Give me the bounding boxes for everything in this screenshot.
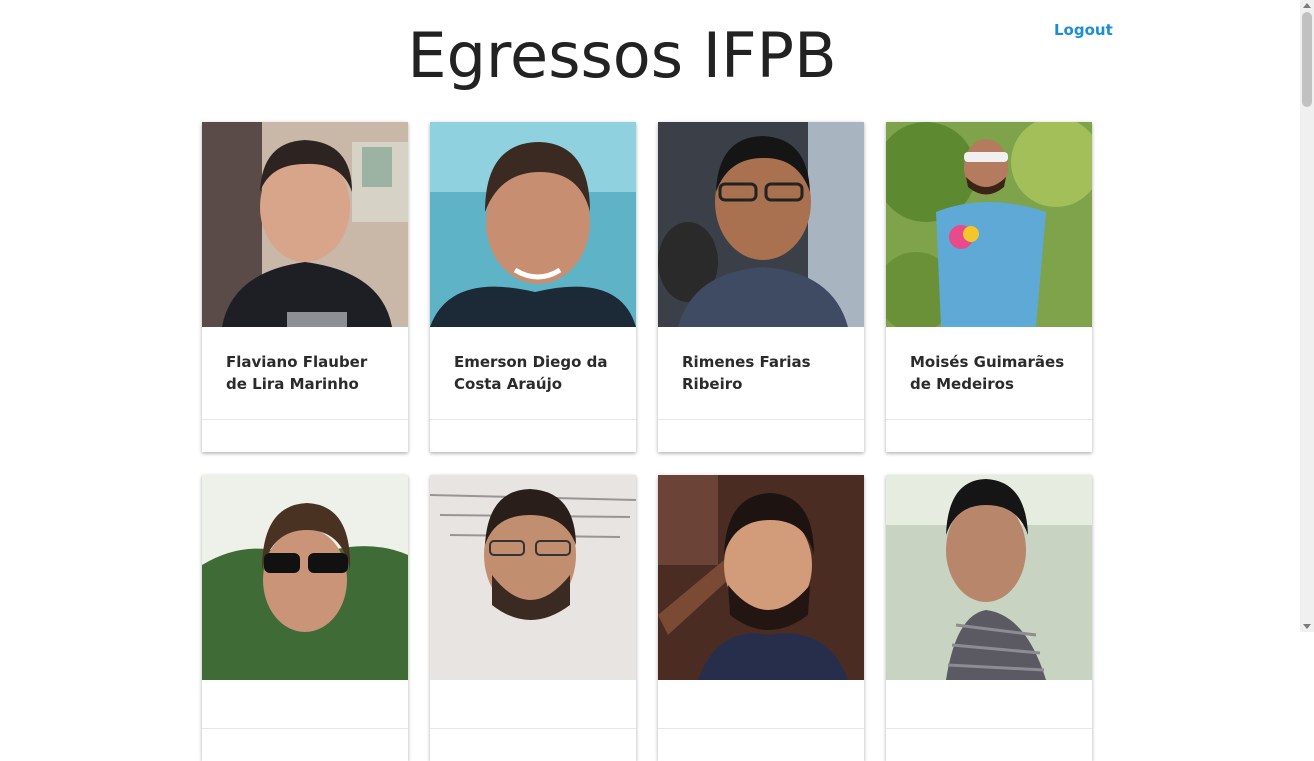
alumni-photo	[886, 122, 1092, 327]
alumni-name: Rimenes Farias Ribeiro	[682, 353, 811, 393]
alumni-card[interactable]	[430, 475, 636, 761]
card-footer	[430, 419, 636, 452]
alumni-name	[886, 680, 1092, 704]
card-footer	[886, 419, 1092, 452]
alumni-card[interactable]	[886, 475, 1092, 761]
alumni-name	[202, 680, 408, 704]
card-footer	[202, 419, 408, 452]
alumni-photo	[658, 122, 864, 327]
alumni-name: Emerson Diego da Costa Araújo	[454, 353, 608, 393]
alumni-photo	[658, 475, 864, 680]
scroll-up-arrow-icon[interactable]	[1303, 3, 1311, 8]
logout-link[interactable]: Logout	[1054, 21, 1113, 39]
scroll-down-arrow-icon[interactable]	[1303, 624, 1311, 629]
card-footer	[430, 728, 636, 761]
alumni-photo	[202, 475, 408, 680]
alumni-card[interactable]	[202, 475, 408, 761]
alumni-photo	[886, 475, 1092, 680]
card-footer	[658, 728, 864, 761]
alumni-card[interactable]: Flaviano Flauber de Lira Marinho	[202, 122, 408, 452]
alumni-card[interactable]	[658, 475, 864, 761]
alumni-photo	[430, 475, 636, 680]
alumni-name: Flaviano Flauber de Lira Marinho	[226, 353, 368, 393]
alumni-card[interactable]: Rimenes Farias Ribeiro	[658, 122, 864, 452]
alumni-photo	[202, 122, 408, 327]
scrollbar-thumb[interactable]	[1302, 12, 1312, 107]
alumni-name: Moisés Guimarães de Medeiros	[910, 353, 1065, 393]
vertical-scrollbar[interactable]	[1300, 0, 1314, 632]
card-footer	[886, 728, 1092, 761]
alumni-name	[430, 680, 636, 704]
card-footer	[658, 419, 864, 452]
alumni-name	[658, 680, 864, 704]
alumni-photo	[430, 122, 636, 327]
alumni-card[interactable]: Emerson Diego da Costa Araújo	[430, 122, 636, 452]
alumni-card[interactable]: Moisés Guimarães de Medeiros	[886, 122, 1092, 452]
card-footer	[202, 728, 408, 761]
